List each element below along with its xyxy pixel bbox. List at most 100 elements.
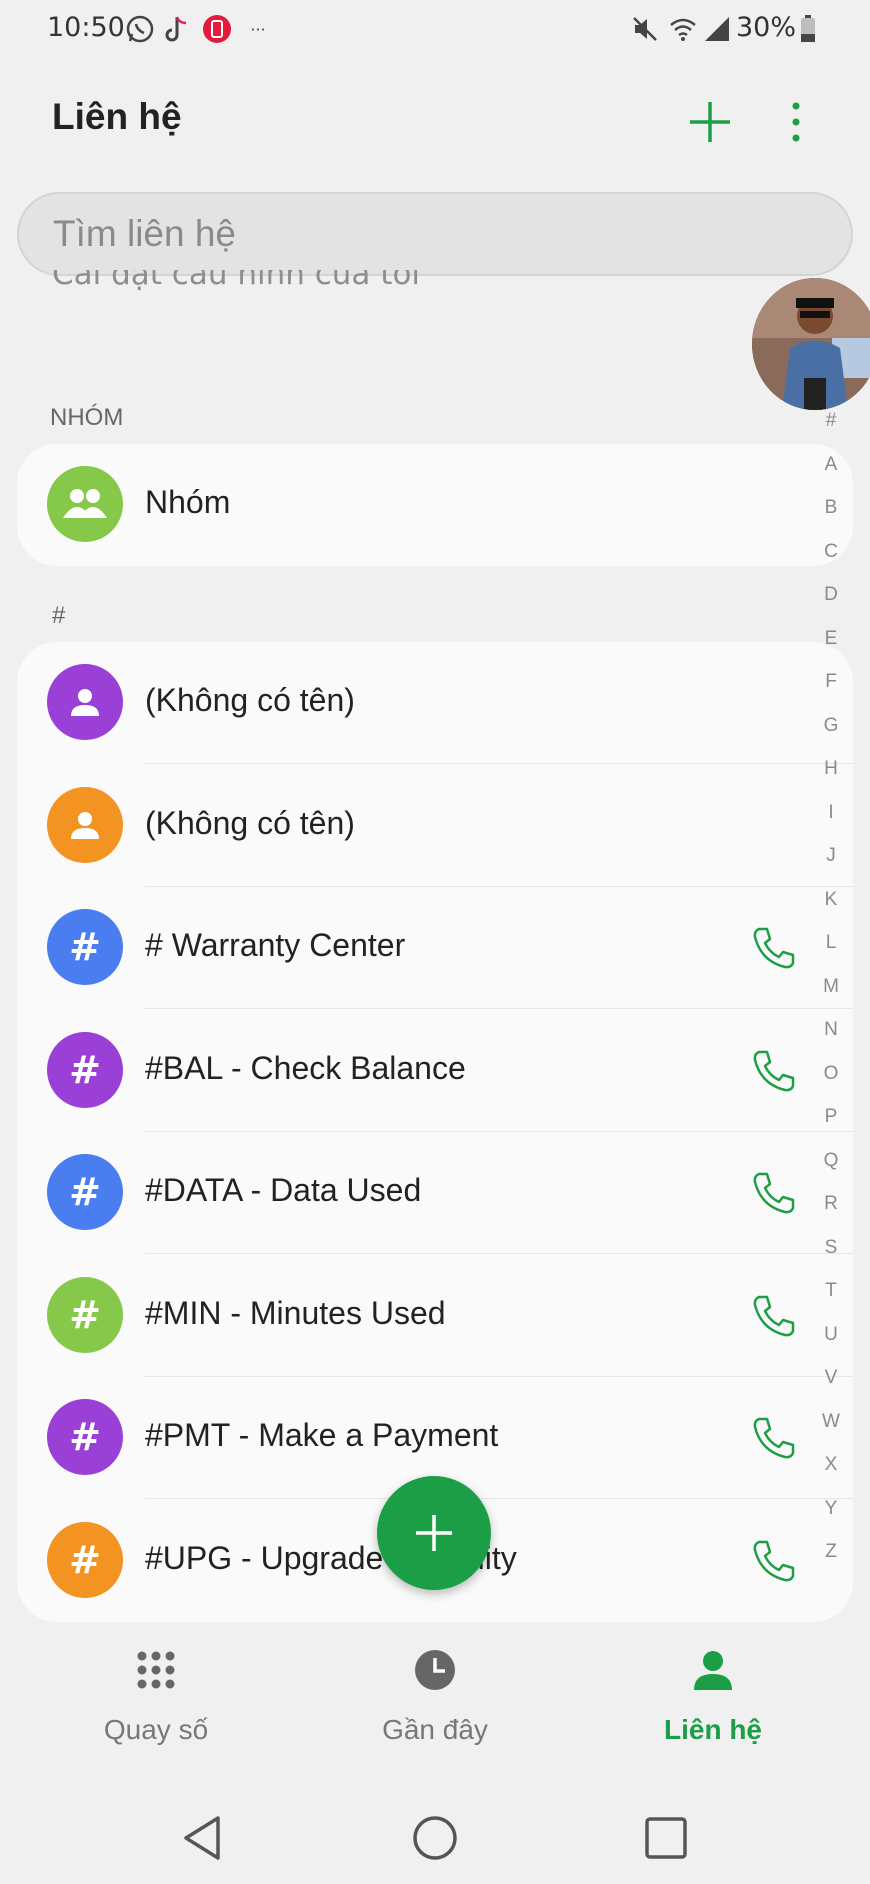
- person-icon: [71, 689, 99, 716]
- contact-row[interactable]: # #BAL - Check Balance: [17, 1010, 853, 1132]
- tab-contacts-label: Liên hệ: [663, 1714, 762, 1745]
- index-letter[interactable]: Q: [818, 1150, 844, 1194]
- plus-icon: [690, 102, 730, 142]
- page-title: Liên hệ: [52, 96, 182, 137]
- add-contact-button[interactable]: [682, 94, 738, 150]
- index-letter[interactable]: H: [818, 758, 844, 802]
- contact-name: #MIN - Minutes Used: [145, 1294, 446, 1331]
- index-letter[interactable]: M: [818, 976, 844, 1020]
- groups-section-label: NHÓM: [50, 404, 124, 431]
- contact-person-icon: [694, 1651, 732, 1690]
- phone-icon: [753, 1295, 795, 1336]
- status-time: 10:50: [47, 12, 125, 43]
- index-letter[interactable]: J: [818, 845, 844, 889]
- mute-icon: [630, 14, 660, 44]
- nav-back-button[interactable]: [174, 1808, 234, 1868]
- contact-row[interactable]: (Không có tên): [17, 642, 853, 764]
- contact-name: (Không có tên): [145, 682, 355, 718]
- phone-icon: [753, 1172, 795, 1214]
- index-letter[interactable]: P: [818, 1106, 844, 1150]
- call-button[interactable]: [751, 1170, 797, 1216]
- index-letter[interactable]: A: [818, 454, 844, 498]
- contact-avatar-letter: #: [69, 1047, 101, 1092]
- contact-avatar: #: [47, 1154, 123, 1230]
- contact-avatar-letter: #: [69, 1292, 101, 1337]
- my-profile-setting-label: Cài đặt cấu hình của tôi: [52, 270, 421, 292]
- contact-row[interactable]: # # Warranty Center: [17, 887, 853, 1009]
- contact-avatar: #: [47, 1031, 123, 1108]
- groups-card: Nhóm: [17, 444, 853, 566]
- tab-dialpad[interactable]: Quay số: [56, 1640, 256, 1750]
- more-notifications-icon: ···: [250, 19, 266, 39]
- tab-dialpad-label: Quay số: [103, 1714, 209, 1745]
- search-bar[interactable]: [17, 192, 853, 276]
- index-letter[interactable]: E: [818, 628, 844, 672]
- nav-home-button[interactable]: [405, 1808, 465, 1868]
- index-letter[interactable]: G: [818, 715, 844, 759]
- contact-avatar: #: [47, 1521, 123, 1598]
- contact-avatar: [47, 664, 123, 740]
- status-bar: 10:50 ··· 30%: [0, 0, 870, 60]
- phone-icon: [753, 1417, 795, 1459]
- my-profile-setting-text[interactable]: Cài đặt cấu hình của tôi: [52, 270, 420, 296]
- contact-name: (Không có tên): [145, 804, 355, 841]
- create-contact-fab[interactable]: [377, 1476, 491, 1590]
- call-button[interactable]: [751, 1293, 797, 1339]
- index-letter[interactable]: N: [818, 1019, 844, 1063]
- index-letter[interactable]: R: [818, 1193, 844, 1237]
- alphabet-index[interactable]: # A B C D E F G H I J K L M N O P Q R S T U V W X Y Z: [818, 410, 844, 1585]
- index-letter[interactable]: W: [818, 1411, 844, 1455]
- contact-row[interactable]: # #DATA - Data Used: [17, 1132, 853, 1254]
- nav-recents-button[interactable]: [636, 1808, 696, 1868]
- index-letter[interactable]: I: [818, 802, 844, 846]
- contact-name: #DATA - Data Used: [145, 1172, 422, 1208]
- tab-contacts[interactable]: Liên hệ: [613, 1640, 813, 1750]
- tab-recent[interactable]: Gần đây: [335, 1640, 535, 1750]
- contact-row[interactable]: # #MIN - Minutes Used: [17, 1255, 853, 1377]
- contact-avatar-letter: #: [69, 1537, 101, 1582]
- call-button[interactable]: [751, 1538, 797, 1584]
- profile-avatar[interactable]: [752, 278, 870, 410]
- index-letter[interactable]: K: [818, 889, 844, 933]
- battery-icon: [798, 14, 818, 44]
- contacts-card: (Không có tên) (Không có tên) # # Warranty …: [17, 642, 853, 1622]
- back-triangle-icon: [184, 1816, 220, 1860]
- index-letter[interactable]: F: [818, 671, 844, 715]
- contact-name: #BAL - Check Balance: [145, 1049, 466, 1086]
- app-notification-icon: [201, 14, 233, 44]
- contact-avatar: #: [47, 1276, 123, 1353]
- index-letter[interactable]: T: [818, 1280, 844, 1324]
- more-options-button[interactable]: [776, 94, 816, 150]
- index-letter[interactable]: C: [818, 541, 844, 585]
- index-letter[interactable]: Y: [818, 1498, 844, 1542]
- groups-row[interactable]: Nhóm: [17, 444, 853, 566]
- call-button[interactable]: [751, 1415, 797, 1461]
- signal-icon: [702, 14, 732, 44]
- phone-icon: [753, 1050, 795, 1091]
- call-button[interactable]: [751, 1048, 797, 1094]
- whatsapp-icon: [124, 14, 156, 44]
- contact-row[interactable]: (Không có tên): [17, 765, 853, 887]
- index-letter[interactable]: X: [818, 1454, 844, 1498]
- contact-avatar-letter: #: [69, 1415, 101, 1459]
- index-letter[interactable]: D: [818, 584, 844, 628]
- contact-avatar: #: [47, 909, 123, 985]
- index-letter[interactable]: S: [818, 1237, 844, 1281]
- phone-icon: [753, 927, 795, 969]
- plus-icon: [416, 1515, 452, 1551]
- search-input[interactable]: [53, 210, 813, 258]
- index-letter[interactable]: Z: [818, 1541, 844, 1585]
- hash-section-label: #: [52, 602, 66, 629]
- group-icon: [63, 489, 107, 518]
- index-letter[interactable]: V: [818, 1367, 844, 1411]
- dialpad-icon: [137, 1651, 175, 1689]
- index-letter[interactable]: U: [818, 1324, 844, 1368]
- index-letter[interactable]: #: [818, 410, 844, 454]
- more-vertical-icon: [792, 102, 800, 142]
- index-letter[interactable]: B: [818, 497, 844, 541]
- index-letter[interactable]: O: [818, 1063, 844, 1107]
- contact-avatar: #: [47, 1399, 123, 1475]
- index-letter[interactable]: L: [818, 932, 844, 976]
- call-button[interactable]: [751, 925, 797, 971]
- contact-name: # Warranty Center: [145, 927, 406, 963]
